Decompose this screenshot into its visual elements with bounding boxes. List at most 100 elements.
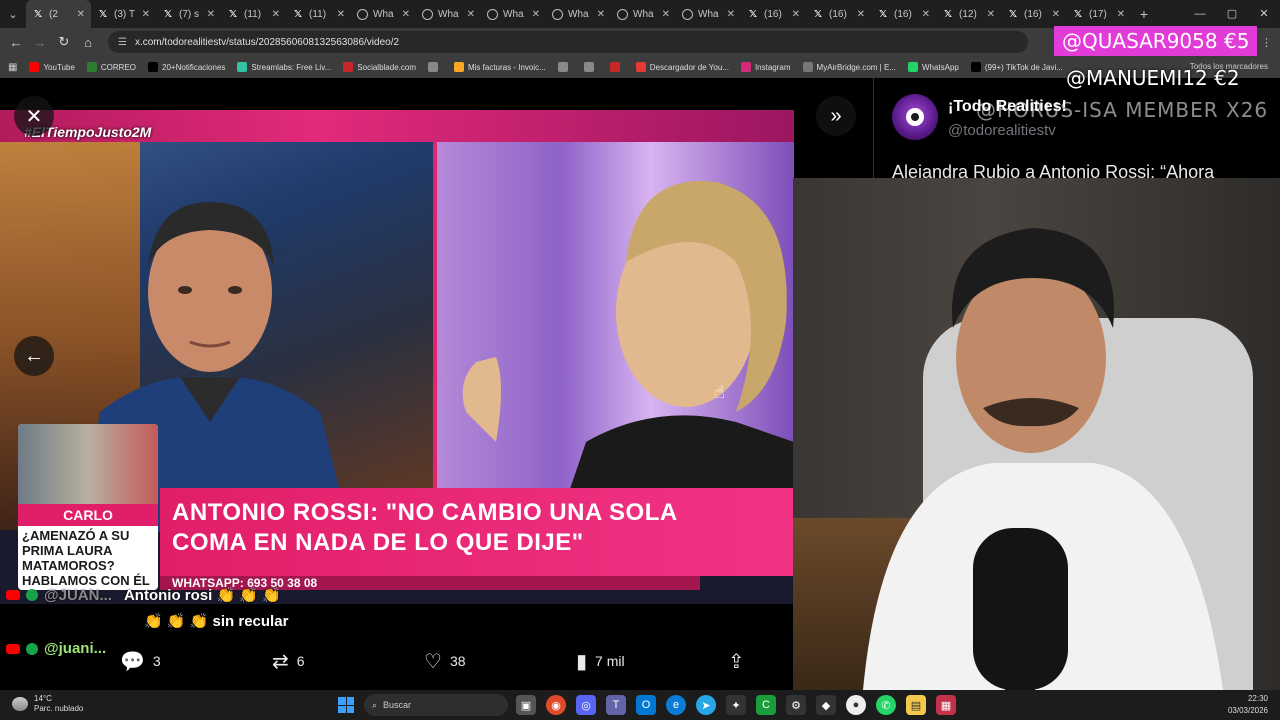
- account-handle[interactable]: @todorealitiestv: [948, 122, 1056, 139]
- taskbar-search[interactable]: ⌕ Buscar: [364, 694, 508, 716]
- weather-widget[interactable]: 14°C Parc. nublado: [12, 694, 83, 714]
- settings-gear-icon[interactable]: ⚙: [786, 695, 806, 715]
- member-badge-icon: [26, 589, 38, 601]
- close-media-button[interactable]: ✕: [14, 96, 54, 136]
- close-window-button[interactable]: ✕: [1248, 0, 1280, 28]
- telegram-icon[interactable]: ➤: [696, 695, 716, 715]
- browser-tab[interactable]: Wha ✕: [546, 0, 611, 28]
- home-button[interactable]: ⌂: [76, 35, 100, 50]
- tab-close-icon[interactable]: ✕: [467, 9, 475, 20]
- camtasia-icon[interactable]: C: [756, 695, 776, 715]
- bookmark-item[interactable]: Instagram: [740, 62, 791, 72]
- file-explorer-icon[interactable]: ▤: [906, 695, 926, 715]
- tab-close-icon[interactable]: ✕: [727, 9, 735, 20]
- bookmark-item[interactable]: Streamlabs: Free Liv...: [237, 62, 331, 72]
- bookmark-item[interactable]: [583, 62, 598, 72]
- browser-tab[interactable]: 𝕏 (2 ✕: [26, 0, 91, 28]
- url-field[interactable]: ☰ x.com/todorealitiestv/status/202856060…: [108, 31, 1028, 53]
- app-icon-3[interactable]: ▦: [936, 695, 956, 715]
- tab-close-icon[interactable]: ✕: [792, 9, 800, 20]
- browser-tab[interactable]: 𝕏 (11) ✕: [221, 0, 286, 28]
- edge-icon[interactable]: e: [666, 695, 686, 715]
- forward-button[interactable]: →: [28, 35, 52, 50]
- views-chart-icon: ▮: [576, 650, 588, 673]
- views-button[interactable]: ▮ 7 mil: [576, 646, 625, 676]
- tab-close-icon[interactable]: ✕: [337, 9, 345, 20]
- browser-tab[interactable]: Wha ✕: [481, 0, 546, 28]
- whatsapp-icon[interactable]: ✆: [876, 695, 896, 715]
- bookmark-item[interactable]: Descargador de You...: [635, 62, 729, 72]
- obs-icon[interactable]: ●: [846, 695, 866, 715]
- site-info-icon[interactable]: ☰: [118, 37, 127, 48]
- bookmark-label: Streamlabs: Free Liv...: [251, 62, 332, 72]
- browser-tab[interactable]: 𝕏 (16) ✕: [1001, 0, 1066, 28]
- chrome-icon[interactable]: ◉: [546, 695, 566, 715]
- browser-tab[interactable]: Wha ✕: [416, 0, 481, 28]
- share-button[interactable]: ⇪: [728, 646, 745, 676]
- browser-tab[interactable]: 𝕏 (17) ✕: [1066, 0, 1131, 28]
- reload-button[interactable]: ↻: [52, 34, 76, 50]
- previous-media-button[interactable]: ←: [14, 336, 54, 376]
- discord-icon[interactable]: ◎: [576, 695, 596, 715]
- bookmark-item[interactable]: Socialblade.com: [343, 62, 416, 72]
- browser-tab[interactable]: 𝕏 (3) T ✕: [91, 0, 156, 28]
- bookmark-item[interactable]: [557, 62, 572, 72]
- bookmark-item[interactable]: WhatsApp: [907, 62, 959, 72]
- tab-close-icon[interactable]: ✕: [207, 9, 215, 20]
- tab-search-menu-button[interactable]: ⌄: [0, 0, 26, 28]
- browser-tab[interactable]: 𝕏 (7) s ✕: [156, 0, 221, 28]
- tab-close-icon[interactable]: ✕: [402, 9, 410, 20]
- tab-close-icon[interactable]: ✕: [142, 9, 150, 20]
- browser-tab[interactable]: 𝕏 (12) ✕: [936, 0, 1001, 28]
- tab-close-icon[interactable]: ✕: [1117, 9, 1125, 20]
- tab-close-icon[interactable]: ✕: [922, 9, 930, 20]
- tab-close-icon[interactable]: ✕: [77, 9, 85, 20]
- x-logo-icon: 𝕏: [98, 8, 108, 20]
- outlook-icon[interactable]: O: [636, 695, 656, 715]
- apps-grid-icon[interactable]: ▦: [8, 62, 17, 73]
- bookmark-item[interactable]: (99+) TikTok de Javi...: [970, 62, 1063, 72]
- browser-tab[interactable]: 𝕏 (11) ✕: [286, 0, 351, 28]
- app-icon-2[interactable]: ◆: [816, 695, 836, 715]
- browser-tab[interactable]: 𝕏 (16) ✕: [871, 0, 936, 28]
- system-clock[interactable]: 22:30 03/03/2026: [1228, 693, 1268, 717]
- bookmark-item[interactable]: MyAirBridge.com | E...: [802, 62, 896, 72]
- browser-tab[interactable]: Wha ✕: [351, 0, 416, 28]
- like-button[interactable]: ♡ 38: [424, 646, 466, 676]
- new-tab-button[interactable]: +: [1131, 6, 1157, 22]
- bookmark-item[interactable]: YouTube: [29, 62, 75, 72]
- more-menu-icon[interactable]: ⋮: [1261, 36, 1272, 49]
- bookmark-item[interactable]: [427, 62, 442, 72]
- tab-close-icon[interactable]: ✕: [662, 9, 670, 20]
- browser-tab[interactable]: 𝕏 (16) ✕: [741, 0, 806, 28]
- bookmark-item[interactable]: CORREO: [86, 62, 136, 72]
- browser-tab[interactable]: 𝕏 (16) ✕: [806, 0, 871, 28]
- bookmark-item[interactable]: [609, 62, 624, 72]
- start-button[interactable]: [338, 697, 354, 713]
- expand-sidebar-button[interactable]: »: [816, 96, 856, 136]
- tab-close-icon[interactable]: ✕: [272, 9, 280, 20]
- tab-close-icon[interactable]: ✕: [1052, 9, 1060, 20]
- tab-close-icon[interactable]: ✕: [597, 9, 605, 20]
- tab-close-icon[interactable]: ✕: [857, 9, 865, 20]
- bookmark-label: WhatsApp: [921, 62, 959, 72]
- task-view-icon[interactable]: ▣: [516, 695, 536, 715]
- reply-button[interactable]: 💬 3: [120, 646, 161, 676]
- tab-close-icon[interactable]: ✕: [532, 9, 540, 20]
- bookmark-favicon-icon: [237, 62, 248, 72]
- browser-tab[interactable]: Wha ✕: [611, 0, 676, 28]
- maximize-button[interactable]: ▢: [1216, 0, 1248, 28]
- repost-button[interactable]: ⇄ 6: [272, 646, 305, 676]
- tab-title: (16): [1024, 8, 1042, 20]
- bookmark-item[interactable]: 20+Notificaciones: [148, 62, 225, 72]
- app-icon[interactable]: ✦: [726, 695, 746, 715]
- browser-tab[interactable]: Wha ✕: [676, 0, 741, 28]
- avatar[interactable]: [892, 94, 938, 140]
- bookmark-item[interactable]: Mis facturas - Invoic...: [453, 62, 546, 72]
- teams-icon[interactable]: T: [606, 695, 626, 715]
- back-button[interactable]: ←: [4, 35, 28, 50]
- bookmark-favicon-icon: [557, 62, 568, 72]
- tab-title: Wha: [503, 8, 524, 20]
- minimize-button[interactable]: —: [1184, 0, 1216, 28]
- tab-close-icon[interactable]: ✕: [987, 9, 995, 20]
